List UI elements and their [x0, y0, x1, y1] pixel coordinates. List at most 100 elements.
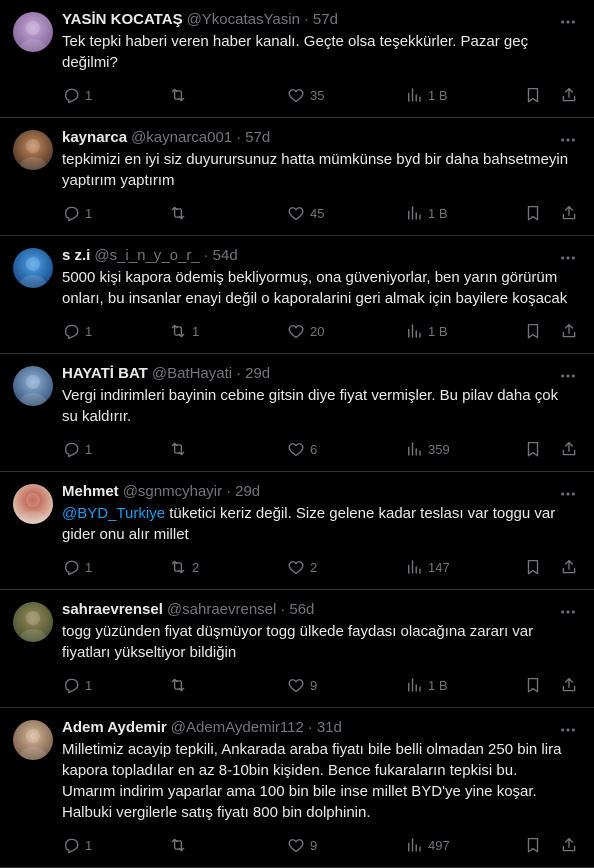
- more-icon[interactable]: [558, 602, 578, 622]
- retweet-button[interactable]: [169, 676, 287, 694]
- user-handle[interactable]: @AdemAydemir112: [171, 718, 304, 738]
- tweet-body: 5000 kişi kapora ödemiş bekliyormuş, ona…: [62, 269, 568, 307]
- more-icon[interactable]: [558, 366, 578, 386]
- display-name[interactable]: YASİN KOCATAŞ: [62, 10, 183, 30]
- avatar[interactable]: [13, 12, 53, 52]
- reply-button[interactable]: 1: [62, 204, 169, 222]
- share-icon[interactable]: [560, 836, 578, 854]
- tweet[interactable]: kaynarca @kaynarca001 · 57d tepkimizi en…: [0, 118, 594, 236]
- reply-button[interactable]: 1: [62, 676, 169, 694]
- bookmark-icon[interactable]: [524, 86, 542, 104]
- mention-link[interactable]: @BYD_Turkiye: [62, 505, 165, 522]
- user-handle[interactable]: @YkocatasYasin: [187, 10, 300, 30]
- retweet-button[interactable]: 2: [169, 558, 287, 576]
- more-icon[interactable]: [558, 248, 578, 268]
- user-handle[interactable]: @BatHayati: [152, 364, 232, 384]
- share-icon[interactable]: [560, 204, 578, 222]
- bookmark-icon[interactable]: [524, 676, 542, 694]
- reply-button[interactable]: 1: [62, 322, 169, 340]
- retweet-button[interactable]: [169, 440, 287, 458]
- tweet[interactable]: Adem Aydemir @AdemAydemir112 · 31d Mille…: [0, 708, 594, 868]
- avatar[interactable]: [13, 720, 53, 760]
- timestamp[interactable]: 29d: [245, 364, 270, 384]
- views-button[interactable]: 1 B: [405, 676, 523, 694]
- timestamp[interactable]: 57d: [313, 10, 338, 30]
- like-count: 9: [310, 677, 318, 693]
- bookmark-icon[interactable]: [524, 322, 542, 340]
- retweet-button[interactable]: [169, 204, 287, 222]
- like-count: 20: [310, 323, 325, 339]
- separator-dot: ·: [226, 483, 232, 500]
- display-name[interactable]: HAYATİ BAT: [62, 364, 148, 384]
- user-handle[interactable]: @sahraevrensel: [167, 600, 276, 620]
- more-icon[interactable]: [558, 484, 578, 504]
- tweet-actions: 1 1 20 1 B: [62, 321, 580, 341]
- retweet-button[interactable]: 1: [169, 322, 287, 340]
- tweet-text: Tek tepki haberi veren haber kanalı. Geç…: [62, 31, 580, 73]
- bookmark-icon[interactable]: [524, 204, 542, 222]
- views-button[interactable]: 1 B: [405, 86, 523, 104]
- bookmark-icon[interactable]: [524, 558, 542, 576]
- more-icon[interactable]: [558, 720, 578, 740]
- avatar[interactable]: [13, 130, 53, 170]
- share-icon[interactable]: [560, 558, 578, 576]
- reply-count: 1: [85, 677, 93, 693]
- views-button[interactable]: 147: [405, 558, 523, 576]
- timestamp[interactable]: 31d: [317, 718, 342, 738]
- avatar[interactable]: [13, 602, 53, 642]
- display-name[interactable]: kaynarca: [62, 128, 127, 148]
- like-button[interactable]: 6: [287, 440, 405, 458]
- display-name[interactable]: Adem Aydemir: [62, 718, 167, 738]
- views-button[interactable]: 359: [405, 440, 523, 458]
- bookmark-icon[interactable]: [524, 440, 542, 458]
- timestamp[interactable]: 29d: [235, 482, 260, 502]
- avatar[interactable]: [13, 484, 53, 524]
- avatar[interactable]: [13, 248, 53, 288]
- retweet-button[interactable]: [169, 86, 287, 104]
- share-icon[interactable]: [560, 322, 578, 340]
- display-name[interactable]: sahraevrensel: [62, 600, 163, 620]
- tweet[interactable]: Mehmet @sgnmcyhayir · 29d @BYD_Turkiye t…: [0, 472, 594, 590]
- like-button[interactable]: 45: [287, 204, 405, 222]
- like-button[interactable]: 2: [287, 558, 405, 576]
- like-button[interactable]: 35: [287, 86, 405, 104]
- like-count: 45: [310, 205, 325, 221]
- timestamp[interactable]: 54d: [213, 246, 238, 266]
- views-button[interactable]: 497: [405, 836, 523, 854]
- analytics-icon: [408, 560, 421, 574]
- reply-button[interactable]: 1: [62, 86, 169, 104]
- user-handle[interactable]: @sgnmcyhayir: [123, 482, 222, 502]
- timestamp[interactable]: 57d: [245, 128, 270, 148]
- avatar[interactable]: [13, 366, 53, 406]
- more-icon[interactable]: [558, 130, 578, 150]
- share-icon[interactable]: [560, 86, 578, 104]
- tweet[interactable]: s z.i @s_i_n_y_o_r_ · 54d 5000 kişi kapo…: [0, 236, 594, 354]
- tweet[interactable]: sahraevrensel @sahraevrensel · 56d togg …: [0, 590, 594, 708]
- tweet-secondary-actions: [524, 204, 578, 222]
- bookmark-icon[interactable]: [524, 836, 542, 854]
- reply-count: 1: [85, 205, 93, 221]
- like-button[interactable]: 9: [287, 676, 405, 694]
- display-name[interactable]: Mehmet: [62, 482, 119, 502]
- display-name[interactable]: s z.i: [62, 246, 90, 266]
- share-icon[interactable]: [560, 440, 578, 458]
- user-handle[interactable]: @s_i_n_y_o_r_: [94, 246, 199, 266]
- retweet-button[interactable]: [169, 836, 287, 854]
- views-button[interactable]: 1 B: [405, 322, 523, 340]
- reply-button[interactable]: 1: [62, 558, 169, 576]
- reply-button[interactable]: 1: [62, 836, 169, 854]
- view-count: 1 B: [428, 205, 448, 221]
- retweet-count: 2: [192, 559, 200, 575]
- tweet-body: Vergi indirimleri bayinin cebine gitsin …: [62, 387, 559, 425]
- like-button[interactable]: 9: [287, 836, 405, 854]
- tweet-actions: 1 35 1 B: [62, 85, 580, 105]
- user-handle[interactable]: @kaynarca001: [131, 128, 232, 148]
- share-icon[interactable]: [560, 676, 578, 694]
- timestamp[interactable]: 56d: [289, 600, 314, 620]
- tweet[interactable]: YASİN KOCATAŞ @YkocatasYasin · 57d Tek t…: [0, 0, 594, 118]
- views-button[interactable]: 1 B: [405, 204, 523, 222]
- like-button[interactable]: 20: [287, 322, 405, 340]
- more-icon[interactable]: [558, 12, 578, 32]
- reply-button[interactable]: 1: [62, 440, 169, 458]
- tweet[interactable]: HAYATİ BAT @BatHayati · 29d Vergi indiri…: [0, 354, 594, 472]
